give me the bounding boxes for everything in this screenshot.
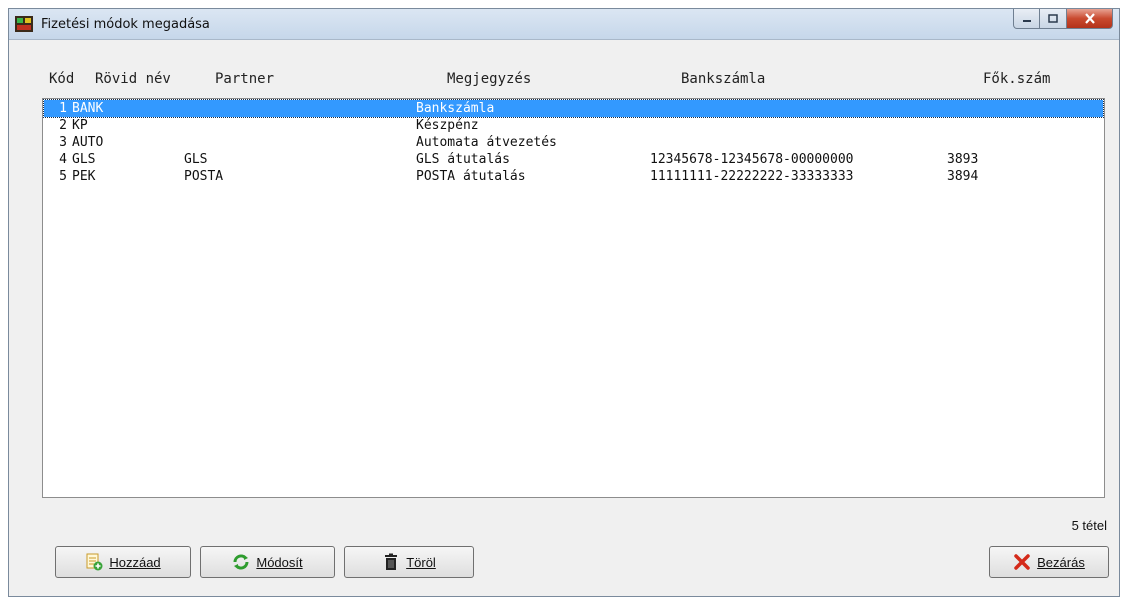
cell-kod: 5 <box>59 169 67 184</box>
cell-megjegyzes: Automata átvezetés <box>416 135 557 150</box>
cell-rovid-nev: KP <box>72 118 88 133</box>
column-header-bankszamla: Bankszámla <box>681 71 766 87</box>
close-icon <box>1084 13 1095 24</box>
cell-partner: GLS <box>184 152 208 167</box>
cell-megjegyzes: GLS átutalás <box>416 152 510 167</box>
cell-fok-szam: 3893 <box>947 152 979 167</box>
cell-kod: 2 <box>59 118 67 133</box>
cell-bankszamla: 11111111-22222222-33333333 <box>650 169 854 184</box>
cell-megjegyzes: Bankszámla <box>416 101 495 116</box>
maximize-button[interactable] <box>1040 9 1067 29</box>
cell-megjegyzes: POSTA átutalás <box>416 169 526 184</box>
cell-bankszamla: 12345678-12345678-00000000 <box>650 152 854 167</box>
table-row[interactable]: 2 KP Készpénz <box>44 117 1103 134</box>
modify-button-label: Módosít <box>256 554 303 570</box>
table-row[interactable]: 3 AUTO Automata átvezetés <box>44 134 1103 151</box>
payment-methods-list[interactable]: 1 BANK Bankszámla 2 KP Készpénz 3 AUTO A… <box>42 98 1105 498</box>
add-button[interactable]: Hozzáad <box>55 546 191 578</box>
title-bar[interactable]: Fizetési módok megadása <box>9 9 1119 40</box>
add-document-icon <box>86 553 103 571</box>
dialog-window: Fizetési módok megadása Kód Rövid név Pa… <box>8 8 1120 597</box>
app-icon <box>15 16 33 32</box>
cell-rovid-nev: AUTO <box>72 135 104 150</box>
table-row[interactable]: 5 PEK POSTA POSTA átutalás 11111111-2222… <box>44 168 1103 185</box>
cell-rovid-nev: PEK <box>72 169 96 184</box>
cell-kod: 1 <box>59 101 67 116</box>
column-header-megjegyzes: Megjegyzés <box>447 71 532 87</box>
column-header-partner: Partner <box>215 71 275 87</box>
minimize-button[interactable] <box>1013 9 1040 29</box>
add-button-label: Hozzáad <box>109 554 161 570</box>
column-header-fok-szam: Fők.szám <box>983 71 1051 87</box>
column-header-rovid-nev: Rövid név <box>95 71 171 87</box>
cell-kod: 3 <box>59 135 67 150</box>
cell-fok-szam: 3894 <box>947 169 979 184</box>
close-button[interactable]: Bezárás <box>989 546 1109 578</box>
delete-button-label: Töröl <box>406 554 436 570</box>
cell-kod: 4 <box>59 152 67 167</box>
cell-megjegyzes: Készpénz <box>416 118 479 133</box>
trash-icon <box>385 553 398 570</box>
table-row[interactable]: 1 BANK Bankszámla <box>43 99 1104 118</box>
cell-rovid-nev: BANK <box>72 101 104 116</box>
maximize-icon <box>1048 14 1058 23</box>
table-row[interactable]: 4 GLS GLS GLS átutalás 12345678-12345678… <box>44 151 1103 168</box>
refresh-icon <box>233 554 249 570</box>
red-x-icon <box>1014 554 1030 570</box>
item-count-label: 5 tétel <box>1071 518 1107 533</box>
minimize-icon <box>1022 19 1031 22</box>
cell-rovid-nev: GLS <box>72 152 96 167</box>
modify-button[interactable]: Módosít <box>200 546 335 578</box>
column-header-kod: Kód <box>49 71 75 87</box>
delete-button[interactable]: Töröl <box>344 546 474 578</box>
close-button-label: Bezárás <box>1037 554 1085 570</box>
window-controls <box>1013 9 1113 29</box>
cell-partner: POSTA <box>184 169 224 184</box>
close-window-button[interactable] <box>1067 9 1113 29</box>
window-title: Fizetési módok megadása <box>41 17 210 32</box>
